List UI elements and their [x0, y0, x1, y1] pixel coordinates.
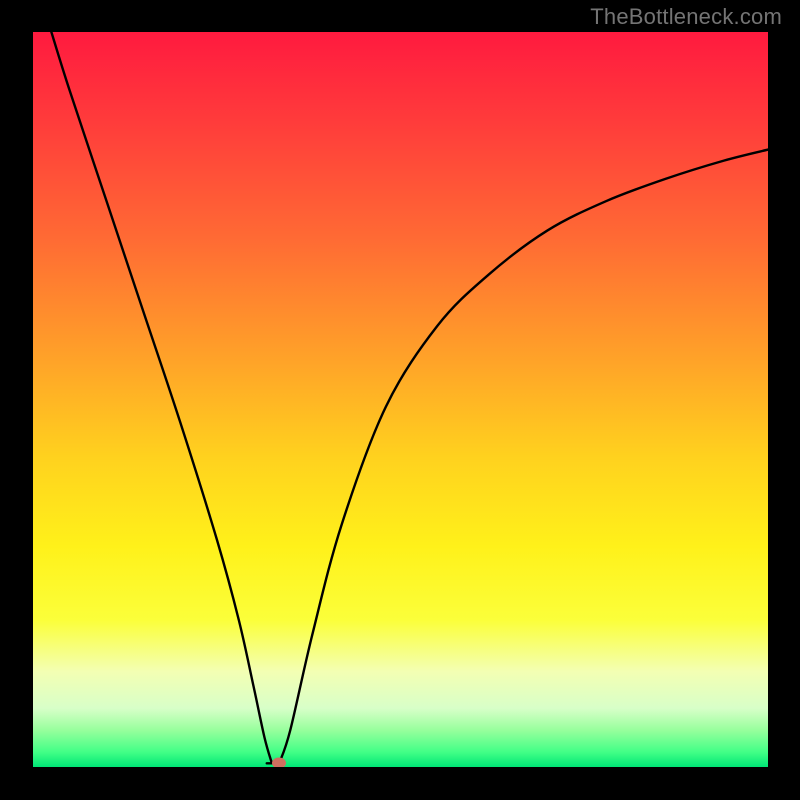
bottleneck-curve: [51, 32, 768, 763]
plot-area: [33, 32, 768, 767]
curve-layer: [33, 32, 768, 767]
watermark-text: TheBottleneck.com: [590, 4, 782, 30]
chart-container: TheBottleneck.com: [0, 0, 800, 800]
optimal-point-marker: [272, 758, 286, 767]
